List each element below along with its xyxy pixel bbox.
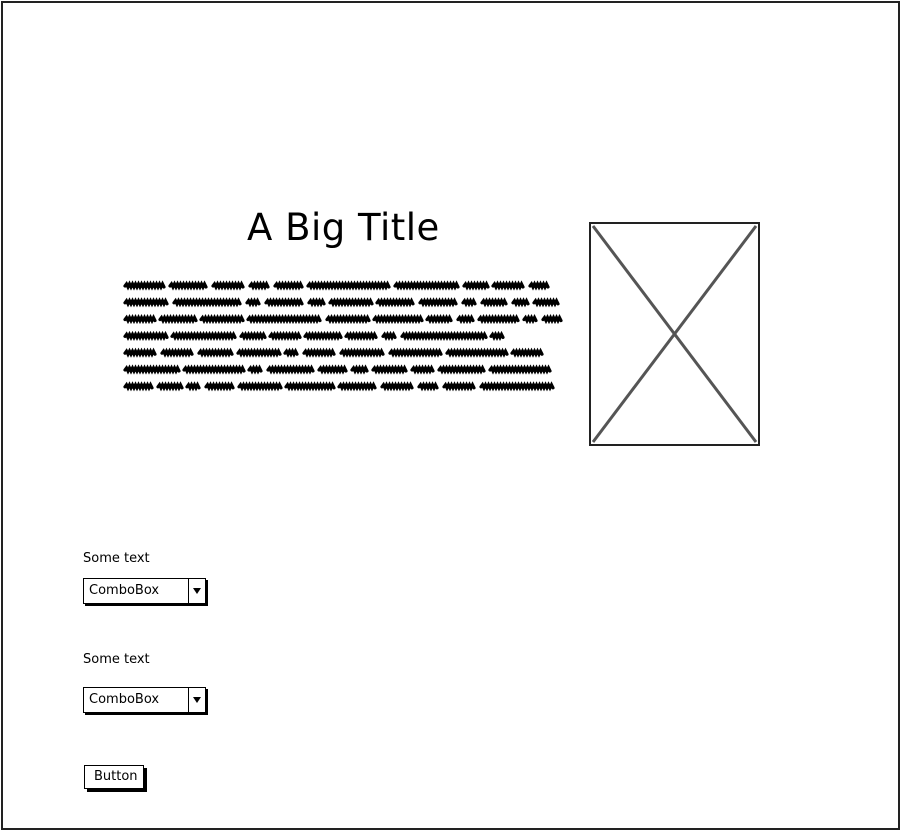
combobox-1[interactable]: ComboBox [83, 578, 206, 604]
scribble-word [123, 280, 166, 291]
scribble-word [123, 364, 181, 375]
scribble-word [325, 314, 371, 325]
scribble-word [462, 280, 490, 291]
scribble-word [479, 381, 555, 392]
scribble-word [528, 280, 550, 291]
scribble-word [410, 364, 435, 375]
scribble-word [418, 297, 458, 308]
scribble-word [381, 330, 397, 341]
scribble-word [317, 364, 348, 375]
scribble-word [339, 347, 385, 358]
scribble-word [488, 364, 552, 375]
scribble-word [371, 364, 408, 375]
scribble-word [442, 381, 476, 392]
field-label-1: Some text [83, 551, 150, 566]
scribble-word [199, 314, 245, 325]
scribble-word [425, 314, 453, 325]
combobox-2-value: ComboBox [89, 692, 160, 707]
scribble-word [372, 314, 424, 325]
scribble-word [248, 280, 270, 291]
scribble-word [477, 314, 520, 325]
combobox-1-value: ComboBox [89, 583, 160, 598]
scribble-word [491, 280, 525, 291]
page-title: A Big Title [247, 206, 440, 249]
scribble-word [204, 381, 235, 392]
scribble-word [307, 297, 326, 308]
scribble-word [168, 280, 208, 291]
scribble-word [245, 297, 261, 308]
scribble-word [211, 280, 245, 291]
scribble-word [344, 330, 378, 341]
scribble-word [489, 330, 505, 341]
scribble-word [237, 381, 283, 392]
scribble-word [246, 314, 322, 325]
scribble-word [170, 330, 237, 341]
scribble-word [236, 347, 282, 358]
scribble-word [123, 314, 157, 325]
scribble-word [461, 297, 477, 308]
chevron-down-icon[interactable] [188, 579, 205, 603]
image-placeholder-icon [589, 222, 760, 446]
scribble-word [532, 297, 560, 308]
scribble-word [393, 280, 460, 291]
scribble-word [239, 330, 267, 341]
scribble-word [388, 347, 443, 358]
scribble-word [303, 330, 343, 341]
scribble-word [437, 364, 486, 375]
scribble-word [160, 347, 194, 358]
scribble-word [302, 347, 336, 358]
scribble-word [123, 381, 154, 392]
combobox-2[interactable]: ComboBox [83, 687, 206, 713]
scribble-word [182, 364, 246, 375]
scribble-word [445, 347, 509, 358]
scribble-word [511, 297, 530, 308]
scribble-word [375, 297, 415, 308]
scribble-word [337, 381, 377, 392]
scribble-word [123, 330, 169, 341]
scribble-word [306, 280, 391, 291]
scribble-word [380, 381, 414, 392]
scribble-word [264, 297, 304, 308]
scribble-word [480, 297, 508, 308]
scribble-word [172, 297, 242, 308]
scribble-word [350, 364, 369, 375]
scribble-word [247, 364, 263, 375]
scribble-word [266, 364, 315, 375]
scribble-word [197, 347, 234, 358]
chevron-down-icon[interactable] [188, 688, 205, 712]
scribble-word [185, 381, 201, 392]
scribble-word [123, 347, 157, 358]
field-label-2: Some text [83, 652, 150, 667]
scribble-word [284, 381, 336, 392]
scribble-word [283, 347, 299, 358]
scribble-word [156, 381, 184, 392]
scribble-word [268, 330, 302, 341]
button[interactable]: Button [84, 765, 144, 789]
scribble-word [522, 314, 538, 325]
scribble-word [417, 381, 439, 392]
scribble-word [123, 297, 169, 308]
scribble-word [510, 347, 544, 358]
scribble-word [456, 314, 475, 325]
scribble-word [400, 330, 488, 341]
scribble-word [541, 314, 563, 325]
scribble-word [158, 314, 198, 325]
scribble-word [328, 297, 374, 308]
lorem-scribble-paragraph [123, 280, 563, 392]
scribble-word [273, 280, 304, 291]
